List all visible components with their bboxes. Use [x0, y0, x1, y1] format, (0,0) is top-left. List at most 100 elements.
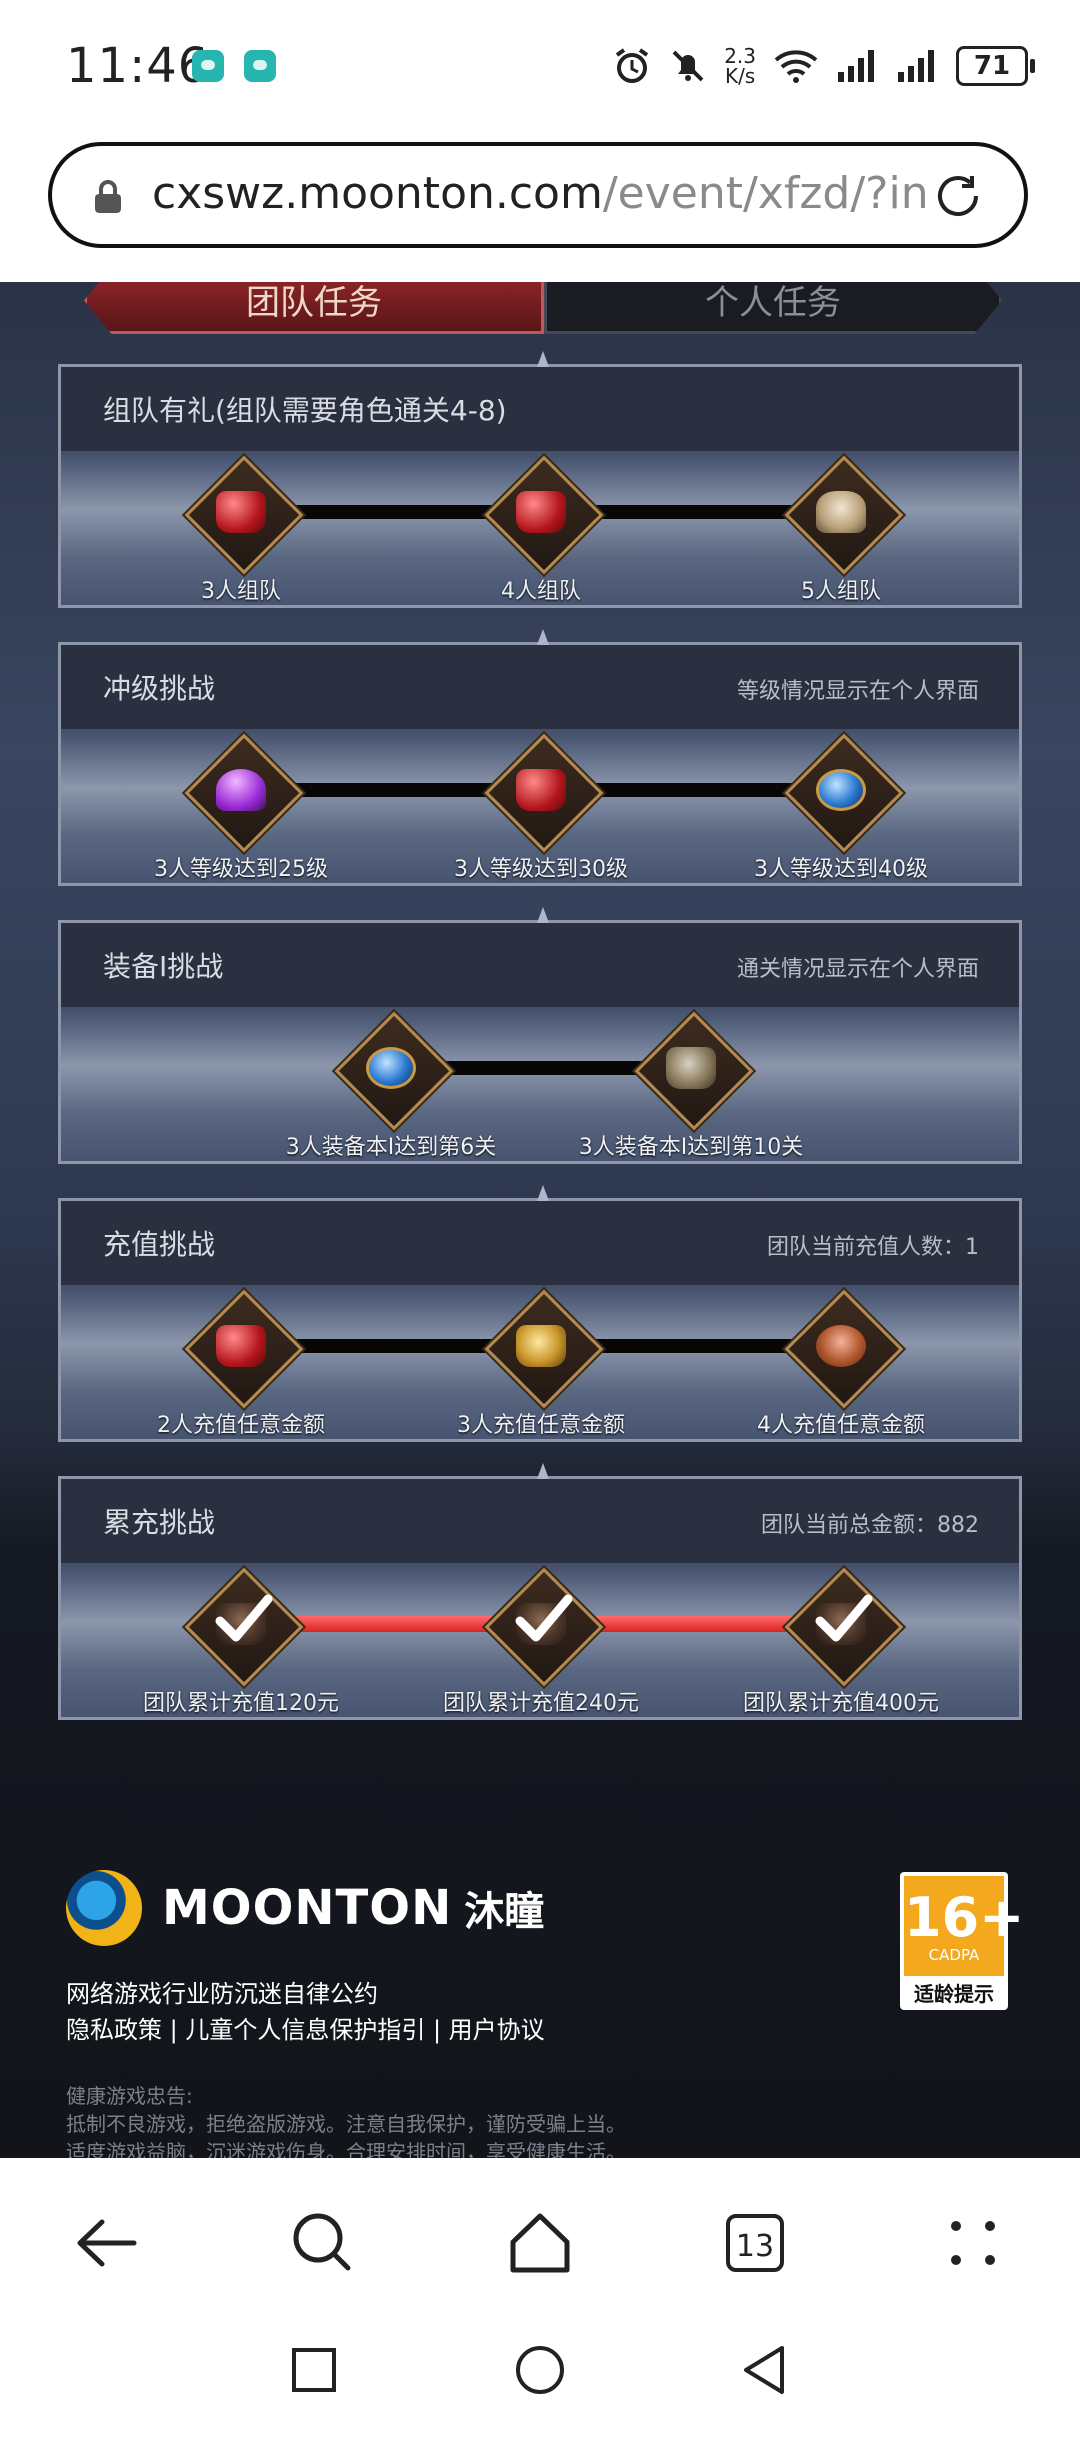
reward-item[interactable]: 3人组队: [184, 455, 304, 604]
reward-label: 3人充值任意金额: [457, 1413, 625, 1438]
task-card-cumulative-recharge: 累充挑战 团队当前总金额：882 团队累计充值120元 团队累计充值240元 团…: [58, 1463, 1022, 1720]
task-tabs: 团队任务 个人任务: [78, 282, 1002, 334]
policy-links[interactable]: 隐私政策 | 儿童个人信息保护指引 | 用户协议: [66, 2010, 545, 2045]
tabs-button[interactable]: 13: [726, 2214, 796, 2284]
card-header: 组队有礼(组队需要角色通关4-8): [61, 367, 1019, 451]
card-header: 冲级挑战 等级情况显示在个人界面: [61, 645, 1019, 729]
network-speed-unit: K/s: [724, 64, 756, 88]
app-notification-icon: [192, 50, 224, 82]
red-gem-icon: [216, 491, 266, 533]
status-icons: 2.3 K/s 71: [612, 44, 1035, 88]
red-gem-icon: [216, 1325, 266, 1367]
url-text[interactable]: cxswz.moonton.com/event/xfzd/?in: [152, 168, 942, 219]
wifi-icon: [774, 50, 818, 83]
reward-label: 3人组队: [201, 579, 281, 604]
blue-amulet-icon: [816, 769, 866, 811]
reward-item[interactable]: 3人充值任意金额: [457, 1289, 625, 1438]
home-circle-icon[interactable]: [514, 2344, 566, 2396]
checkmark-icon: [515, 1594, 573, 1642]
reward-item[interactable]: 3人装备本I达到第10关: [579, 1011, 803, 1160]
health-line-1: 抵制不良游戏，拒绝盗版游戏。注意自我保护，谨防受骗上当。: [66, 2112, 626, 2136]
card-title: 累充挑战: [103, 1506, 216, 1539]
red-gem-icon: [516, 769, 566, 811]
age-rating-number: 16+: [904, 1886, 1025, 1949]
blue-amulet-icon: [366, 1047, 416, 1089]
health-title: 健康游戏忠告:: [66, 2084, 193, 2108]
reward-item[interactable]: 3人等级达到25级: [154, 733, 328, 882]
reward-label: 团队累计充值120元: [143, 1691, 339, 1716]
reward-item[interactable]: 3人等级达到40级: [754, 733, 928, 882]
reward-item-claimed[interactable]: 团队累计充值400元: [743, 1567, 939, 1716]
reward-label: 4人充值任意金额: [757, 1413, 925, 1438]
reward-label: 3人装备本I达到第10关: [578, 1135, 804, 1160]
recent-apps-icon[interactable]: [290, 2346, 338, 2394]
reward-item[interactable]: 3人装备本I达到第6关: [286, 1011, 496, 1160]
home-icon[interactable]: [505, 2208, 575, 2278]
reward-item[interactable]: 4人组队: [484, 455, 604, 604]
browser-bottom-nav: 13: [0, 2158, 1080, 2318]
system-nav-bar: [0, 2318, 1080, 2438]
network-speed: 2.3 K/s: [724, 46, 756, 86]
card-note: 等级情况显示在个人界面: [736, 679, 979, 704]
reward-item-claimed[interactable]: 团队累计充值240元: [443, 1567, 639, 1716]
armor-icon: [816, 491, 866, 533]
lock-icon: [95, 180, 121, 213]
card-note: 通关情况显示在个人界面: [736, 957, 979, 982]
back-arrow-icon[interactable]: [72, 2208, 142, 2278]
card-header: 累充挑战 团队当前总金额：882: [61, 1479, 1019, 1563]
reward-label: 2人充值任意金额: [157, 1413, 325, 1438]
card-header: 充值挑战 团队当前充值人数：1: [61, 1201, 1019, 1285]
signal-icon: [838, 50, 874, 82]
card-title: 组队有礼(组队需要角色通关4-8): [103, 394, 507, 427]
card-title: 冲级挑战: [103, 672, 216, 705]
item-bag-icon: [666, 1047, 716, 1089]
gold-relic-icon: [516, 1325, 566, 1367]
tab-count: 13: [726, 2214, 784, 2272]
moonton-logo-icon: [66, 1870, 142, 1946]
reward-item-claimed[interactable]: 团队累计充值120元: [143, 1567, 339, 1716]
logo-text: MOONTON: [162, 1880, 453, 1936]
reward-item[interactable]: 4人充值任意金额: [757, 1289, 925, 1438]
back-triangle-icon[interactable]: [740, 2344, 790, 2396]
signal-icon: [898, 50, 934, 82]
tab-personal-tasks[interactable]: 个人任务: [544, 282, 1002, 334]
app-notification-icon: [244, 50, 276, 82]
status-bar: 11:46 2.3 K/s 71: [0, 0, 1080, 132]
reward-label: 3人装备本I达到第6关: [285, 1135, 497, 1160]
food-icon: [816, 1325, 866, 1367]
health-line-2: 适度游戏益脑，沉迷游戏伤身。合理安排时间，享受健康生活。: [66, 2140, 626, 2158]
task-card-level-challenge: 冲级挑战 等级情况显示在个人界面 3人等级达到25级 3人等级达到30级 3人等…: [58, 629, 1022, 886]
reward-item[interactable]: 5人组队: [784, 455, 904, 604]
reward-item[interactable]: 3人等级达到30级: [454, 733, 628, 882]
age-rating-badge: 16+ CADPA 适龄提示: [900, 1872, 1025, 2010]
browser-toolbar: cxswz.moonton.com/event/xfzd/?in: [0, 132, 1080, 282]
search-icon[interactable]: [288, 2208, 358, 2278]
task-card-recharge-challenge: 充值挑战 团队当前充值人数：1 2人充值任意金额 3人充值任意金额 4人充值任意…: [58, 1185, 1022, 1442]
reward-label: 团队累计充值400元: [743, 1691, 939, 1716]
checkmark-icon: [815, 1594, 873, 1642]
red-gem-icon: [516, 491, 566, 533]
battery-indicator: 71: [956, 46, 1035, 86]
more-menu-icon[interactable]: [938, 2208, 1008, 2278]
address-bar[interactable]: cxswz.moonton.com/event/xfzd/?in: [48, 142, 1028, 248]
task-card-equipment-challenge: 装备I挑战 通关情况显示在个人界面 3人装备本I达到第6关 3人装备本I达到第1…: [58, 907, 1022, 1164]
card-title: 充值挑战: [103, 1228, 216, 1261]
url-host: cxswz.moonton.com: [152, 168, 603, 219]
tab-team-tasks[interactable]: 团队任务: [84, 282, 544, 334]
card-title: 装备I挑战: [103, 950, 224, 983]
url-path: /event/xfzd/?in: [602, 168, 929, 219]
reload-icon[interactable]: [932, 170, 984, 222]
logo-cn-text: 沐瞳: [464, 1889, 545, 1935]
age-rating-top: 16+ CADPA: [904, 1876, 1025, 1976]
clock: 11:46: [66, 38, 210, 94]
alarm-icon: [616, 48, 649, 83]
reward-item[interactable]: 2人充值任意金额: [157, 1289, 325, 1438]
reward-label: 3人等级达到40级: [754, 857, 928, 882]
moonton-logo[interactable]: MOONTON 沐瞳: [66, 1870, 544, 1946]
age-rating-org: CADPA: [928, 1946, 980, 1964]
anti-addiction-link[interactable]: 网络游戏行业防沉迷自律公约: [66, 1974, 378, 2009]
checkmark-icon: [215, 1594, 273, 1642]
reward-label: 3人等级达到30级: [454, 857, 628, 882]
purple-crystal-icon: [216, 769, 266, 811]
card-note: 团队当前总金额：882: [761, 1513, 979, 1538]
